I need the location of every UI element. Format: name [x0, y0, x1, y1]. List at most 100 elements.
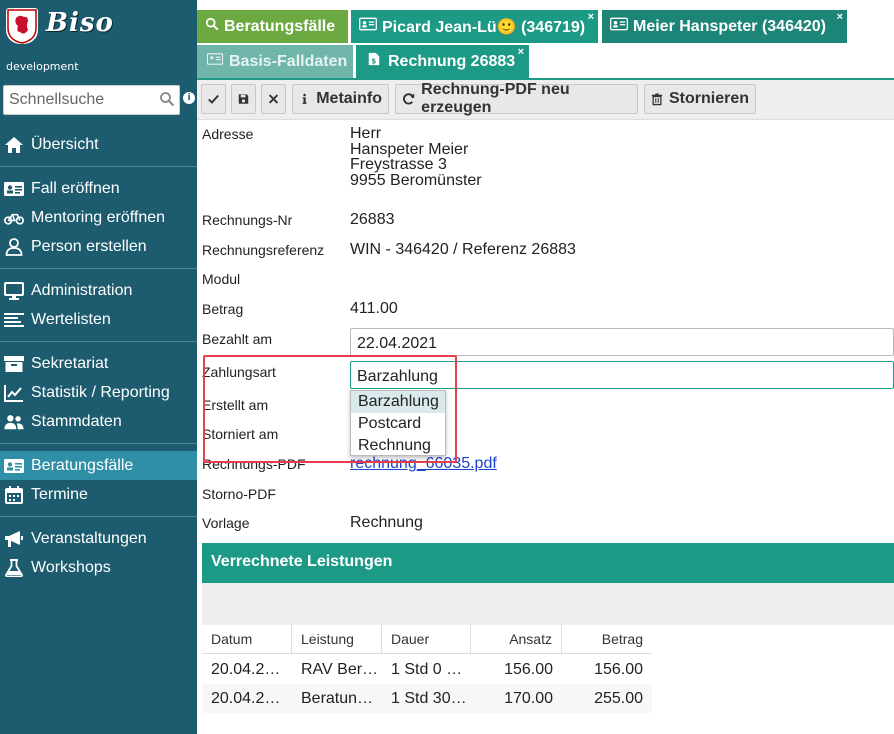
button-label: Metainfo [316, 90, 382, 107]
id-card-icon [359, 17, 382, 36]
table-header: Datum Leistung Dauer Ansatz Betrag [202, 625, 652, 654]
column-header[interactable]: Ansatz [471, 625, 562, 653]
label-storno-pdf: Storno-PDF [202, 486, 276, 502]
sidebar-item-label: Workshops [31, 558, 111, 576]
tab-picard[interactable]: Picard Jean-Lü🙂 (346719) × [351, 10, 598, 43]
id-card-icon [3, 456, 25, 476]
tab-rechnung[interactable]: $ Rechnung 26883 × [356, 45, 529, 78]
sidebar-item-label: Wertelisten [31, 310, 111, 328]
column-header[interactable]: Leistung [292, 625, 382, 653]
address-line: Freystrasse 3 [350, 156, 447, 173]
toolbar: Metainfo Rechnung-PDF neu erzeugen Storn… [197, 80, 894, 120]
table-cell: 156.00 [594, 661, 643, 678]
sidebar-item-label: Sekretariat [31, 354, 109, 372]
sidebar-item-label: Administration [31, 281, 133, 299]
tab-label: Picard Jean-Lü🙂 (346719) [382, 18, 586, 36]
search-icon[interactable] [159, 91, 175, 107]
id-card-icon [206, 52, 229, 71]
sidebar-item-fall-eroeffnen[interactable]: Fall eröffnen [0, 174, 197, 203]
sidebar-item-label: Beratungsfälle [31, 456, 134, 474]
sidebar-item-stammdaten[interactable]: Stammdaten [0, 407, 197, 436]
label-vorlage: Vorlage [202, 515, 250, 531]
table-cell: RAV Ber… [301, 661, 379, 678]
table-cell: 156.00 [504, 661, 553, 678]
search-input[interactable] [4, 86, 154, 114]
sidebar-item-termine[interactable]: Termine [0, 480, 197, 509]
close-icon[interactable]: × [588, 11, 594, 23]
tab-basis-falldaten[interactable]: Basis-Falldaten [197, 45, 353, 78]
sidebar-item-person-erstellen[interactable]: Person erstellen [0, 232, 197, 261]
table-cell: Beratun… [301, 690, 374, 707]
sidebar-item-workshops[interactable]: Workshops [0, 553, 197, 582]
info-icon[interactable]: i [183, 92, 195, 104]
table-row[interactable]: 20.04.2… RAV Ber… 1 Std 0 … 156.00 156.0… [202, 655, 652, 684]
sidebar-item-administration[interactable]: Administration [0, 276, 197, 305]
sidebar-item-statistik[interactable]: Statistik / Reporting [0, 378, 197, 407]
save-button[interactable] [231, 84, 256, 114]
regenerate-pdf-button[interactable]: Rechnung-PDF neu erzeugen [395, 81, 638, 116]
table-row[interactable]: 20.04.2… Beratun… 1 Std 30… 170.00 255.0… [202, 684, 652, 713]
label-rechnungsreferenz: Rechnungsreferenz [202, 242, 325, 258]
app-logo: Biso [46, 8, 114, 38]
sidebar-item-mentoring-eroeffnen[interactable]: Mentoring eröffnen [0, 203, 197, 232]
close-icon[interactable]: × [837, 11, 843, 23]
id-card-icon [3, 179, 25, 199]
chart-line-icon [3, 383, 25, 403]
column-header[interactable]: Dauer [382, 625, 471, 653]
sidebar-item-veranstaltungen[interactable]: Veranstaltungen [0, 524, 197, 553]
environment-label: development [6, 60, 79, 73]
table-cell: 170.00 [504, 690, 553, 707]
address-line: Herr [350, 125, 382, 142]
close-icon[interactable]: × [518, 46, 524, 58]
refresh-icon [403, 93, 415, 105]
label-modul: Modul [202, 271, 241, 287]
sidebar-item-label: Person erstellen [31, 237, 147, 255]
sidebar-item-label: Mentoring eröffnen [31, 208, 166, 226]
sidebar-item-label: Stammdaten [31, 412, 122, 430]
stornieren-button[interactable]: Stornieren [644, 84, 756, 114]
tab-label: Beratungsfälle [224, 17, 336, 35]
nav-divider [0, 166, 197, 167]
table-cell: 20.04.2… [211, 661, 281, 678]
address-line: 9955 Beromünster [350, 171, 482, 189]
section-toolbar [202, 583, 894, 625]
column-header[interactable]: Betrag [562, 625, 652, 653]
label-rechnungs-nr: Rechnungs-Nr [202, 212, 293, 228]
archive-icon [3, 354, 25, 374]
section-title: Verrechnete Leistungen [202, 543, 894, 583]
cancel-button[interactable] [261, 84, 286, 114]
floppy-disk-icon [238, 94, 249, 104]
column-header[interactable]: Datum [202, 625, 292, 653]
tab-meier[interactable]: Meier Hanspeter (346420) × [602, 10, 847, 43]
save-confirm-button[interactable] [201, 84, 226, 114]
nav-divider [0, 516, 197, 517]
button-label: Stornieren [668, 90, 749, 107]
logo-area: Biso [0, 0, 197, 56]
sidebar: Biso development i Übersicht Fall eröffn… [0, 0, 197, 734]
list-icon [3, 310, 25, 330]
button-label: Rechnung-PDF neu erzeugen [421, 81, 570, 116]
trash-icon [651, 93, 663, 106]
nav-divider [0, 341, 197, 342]
bezahlt-am-input[interactable]: 22.04.2021 [350, 328, 894, 356]
flask-icon [3, 558, 25, 578]
info-icon [302, 93, 307, 104]
sidebar-item-uebersicht[interactable]: Übersicht [0, 130, 197, 159]
value-rechnungsreferenz: WIN - 346420 / Referenz 26883 [350, 241, 576, 258]
metainfo-button[interactable]: Metainfo [292, 84, 389, 114]
tab-beratungsfaelle[interactable]: Beratungsfälle [197, 10, 348, 43]
coat-of-arms-icon [6, 8, 38, 44]
home-icon [3, 135, 25, 155]
quick-search[interactable] [3, 85, 180, 115]
table-cell: 1 Std 0 … [391, 661, 463, 678]
calendar-icon [3, 485, 25, 505]
highlight-box [203, 355, 457, 463]
sidebar-item-beratungsfaelle[interactable]: Beratungsfälle [0, 451, 197, 480]
sidebar-item-label: Termine [31, 485, 88, 503]
monitor-icon [3, 281, 25, 301]
sidebar-item-label: Übersicht [31, 135, 99, 153]
sidebar-item-sekretariat[interactable]: Sekretariat [0, 349, 197, 378]
label-adresse: Adresse [202, 126, 254, 142]
sidebar-item-wertelisten[interactable]: Wertelisten [0, 305, 197, 334]
nav-divider [0, 443, 197, 444]
